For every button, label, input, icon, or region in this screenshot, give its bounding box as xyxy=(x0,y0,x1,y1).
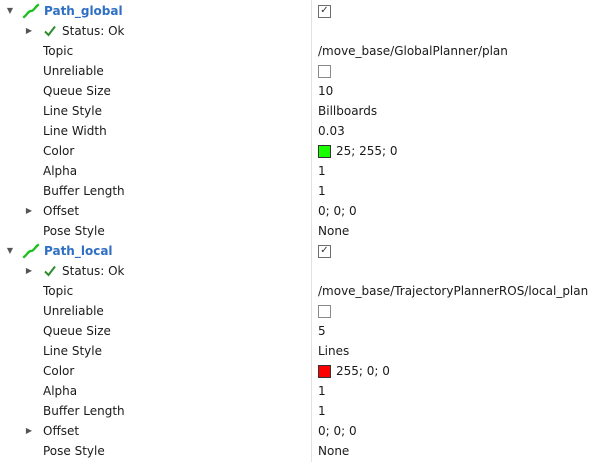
line-style-value[interactable]: Lines xyxy=(318,341,349,361)
property-row-line-style[interactable]: Line Style Lines xyxy=(0,341,605,361)
queue-size-value[interactable]: 5 xyxy=(318,321,326,341)
line-style-value[interactable]: Billboards xyxy=(318,101,377,121)
unreliable-checkbox[interactable] xyxy=(318,304,331,318)
offset-value[interactable]: 0; 0; 0 xyxy=(318,201,357,221)
color-swatch[interactable] xyxy=(318,364,331,378)
property-label: Color xyxy=(43,364,75,378)
property-row-buffer-length[interactable]: Buffer Length 1 xyxy=(0,401,605,421)
property-label: Queue Size xyxy=(43,324,111,338)
triangle-down-icon[interactable]: ▼ xyxy=(5,1,15,21)
property-label: Unreliable xyxy=(43,64,104,78)
triangle-down-icon[interactable]: ▼ xyxy=(5,241,15,261)
property-row-line-width[interactable]: Line Width 0.03 xyxy=(0,121,605,141)
property-row-queue-size[interactable]: Queue Size 5 xyxy=(0,321,605,341)
property-label: Pose Style xyxy=(43,444,105,458)
property-label: Topic xyxy=(43,284,74,298)
check-icon xyxy=(44,25,56,37)
property-label: Unreliable xyxy=(43,304,104,318)
column-divider[interactable] xyxy=(311,0,312,462)
pose-style-value[interactable]: None xyxy=(318,441,349,461)
unreliable-checkbox[interactable] xyxy=(318,64,331,78)
pose-style-value[interactable]: None xyxy=(318,221,349,241)
property-row-topic[interactable]: Topic /move_base/TrajectoryPlannerROS/lo… xyxy=(0,281,605,301)
property-label: Topic xyxy=(43,44,74,58)
property-row-queue-size[interactable]: Queue Size 10 xyxy=(0,81,605,101)
property-row-pose-style[interactable]: Pose Style None xyxy=(0,221,605,241)
property-row-unreliable[interactable]: Unreliable xyxy=(0,301,605,321)
buffer-length-value[interactable]: 1 xyxy=(318,401,326,421)
topic-value[interactable]: /move_base/GlobalPlanner/plan xyxy=(318,41,508,61)
triangle-right-icon[interactable]: ▶ xyxy=(24,421,34,441)
property-label: Queue Size xyxy=(43,84,111,98)
property-row-offset[interactable]: ▶ Offset 0; 0; 0 xyxy=(0,201,605,221)
path-display-icon xyxy=(22,243,40,259)
property-row-alpha[interactable]: Alpha 1 xyxy=(0,381,605,401)
property-label: Color xyxy=(43,144,75,158)
display-row-path-local[interactable]: ▼ Path_local ✓ xyxy=(0,241,605,261)
triangle-right-icon[interactable]: ▶ xyxy=(24,201,34,221)
offset-value[interactable]: 0; 0; 0 xyxy=(318,421,357,441)
status-row[interactable]: ▶ Status: Ok xyxy=(0,261,605,281)
property-label: Line Style xyxy=(43,104,102,118)
property-row-alpha[interactable]: Alpha 1 xyxy=(0,161,605,181)
property-label: Buffer Length xyxy=(43,184,125,198)
color-value: 25; 255; 0 xyxy=(336,144,398,158)
line-width-value[interactable]: 0.03 xyxy=(318,121,345,141)
display-name: Path_local xyxy=(44,244,113,258)
status-row[interactable]: ▶ Status: Ok xyxy=(0,21,605,41)
status-text: Status: Ok xyxy=(62,264,125,278)
property-row-offset[interactable]: ▶ Offset 0; 0; 0 xyxy=(0,421,605,441)
path-display-icon xyxy=(22,3,40,19)
triangle-right-icon[interactable]: ▶ xyxy=(24,21,34,41)
property-row-topic[interactable]: Topic /move_base/GlobalPlanner/plan xyxy=(0,41,605,61)
display-name: Path_global xyxy=(44,4,123,18)
topic-value[interactable]: /move_base/TrajectoryPlannerROS/local_pl… xyxy=(318,281,588,301)
color-swatch[interactable] xyxy=(318,144,331,158)
property-row-line-style[interactable]: Line Style Billboards xyxy=(0,101,605,121)
property-row-buffer-length[interactable]: Buffer Length 1 xyxy=(0,181,605,201)
property-label: Alpha xyxy=(43,164,78,178)
property-label: Pose Style xyxy=(43,224,105,238)
alpha-value[interactable]: 1 xyxy=(318,161,326,181)
property-label: Offset xyxy=(43,204,80,218)
property-label: Alpha xyxy=(43,384,78,398)
property-row-color[interactable]: Color 25; 255; 0 xyxy=(0,141,605,161)
check-icon xyxy=(44,265,56,277)
buffer-length-value[interactable]: 1 xyxy=(318,181,326,201)
triangle-right-icon[interactable]: ▶ xyxy=(24,261,34,281)
property-row-pose-style[interactable]: Pose Style None xyxy=(0,441,605,461)
status-text: Status: Ok xyxy=(62,24,125,38)
display-row-path-global[interactable]: ▼ Path_global ✓ xyxy=(0,1,605,21)
property-label: Offset xyxy=(43,424,80,438)
displays-property-tree: ▼ Path_global ✓ ▶ Status: Ok Topic /move… xyxy=(0,1,605,461)
display-enabled-checkbox[interactable]: ✓ xyxy=(318,4,331,18)
property-row-unreliable[interactable]: Unreliable xyxy=(0,61,605,81)
property-label: Line Width xyxy=(43,124,107,138)
property-row-color[interactable]: Color 255; 0; 0 xyxy=(0,361,605,381)
color-value: 255; 0; 0 xyxy=(336,364,390,378)
property-label: Buffer Length xyxy=(43,404,125,418)
alpha-value[interactable]: 1 xyxy=(318,381,326,401)
display-enabled-checkbox[interactable]: ✓ xyxy=(318,244,331,258)
queue-size-value[interactable]: 10 xyxy=(318,81,333,101)
property-label: Line Style xyxy=(43,344,102,358)
